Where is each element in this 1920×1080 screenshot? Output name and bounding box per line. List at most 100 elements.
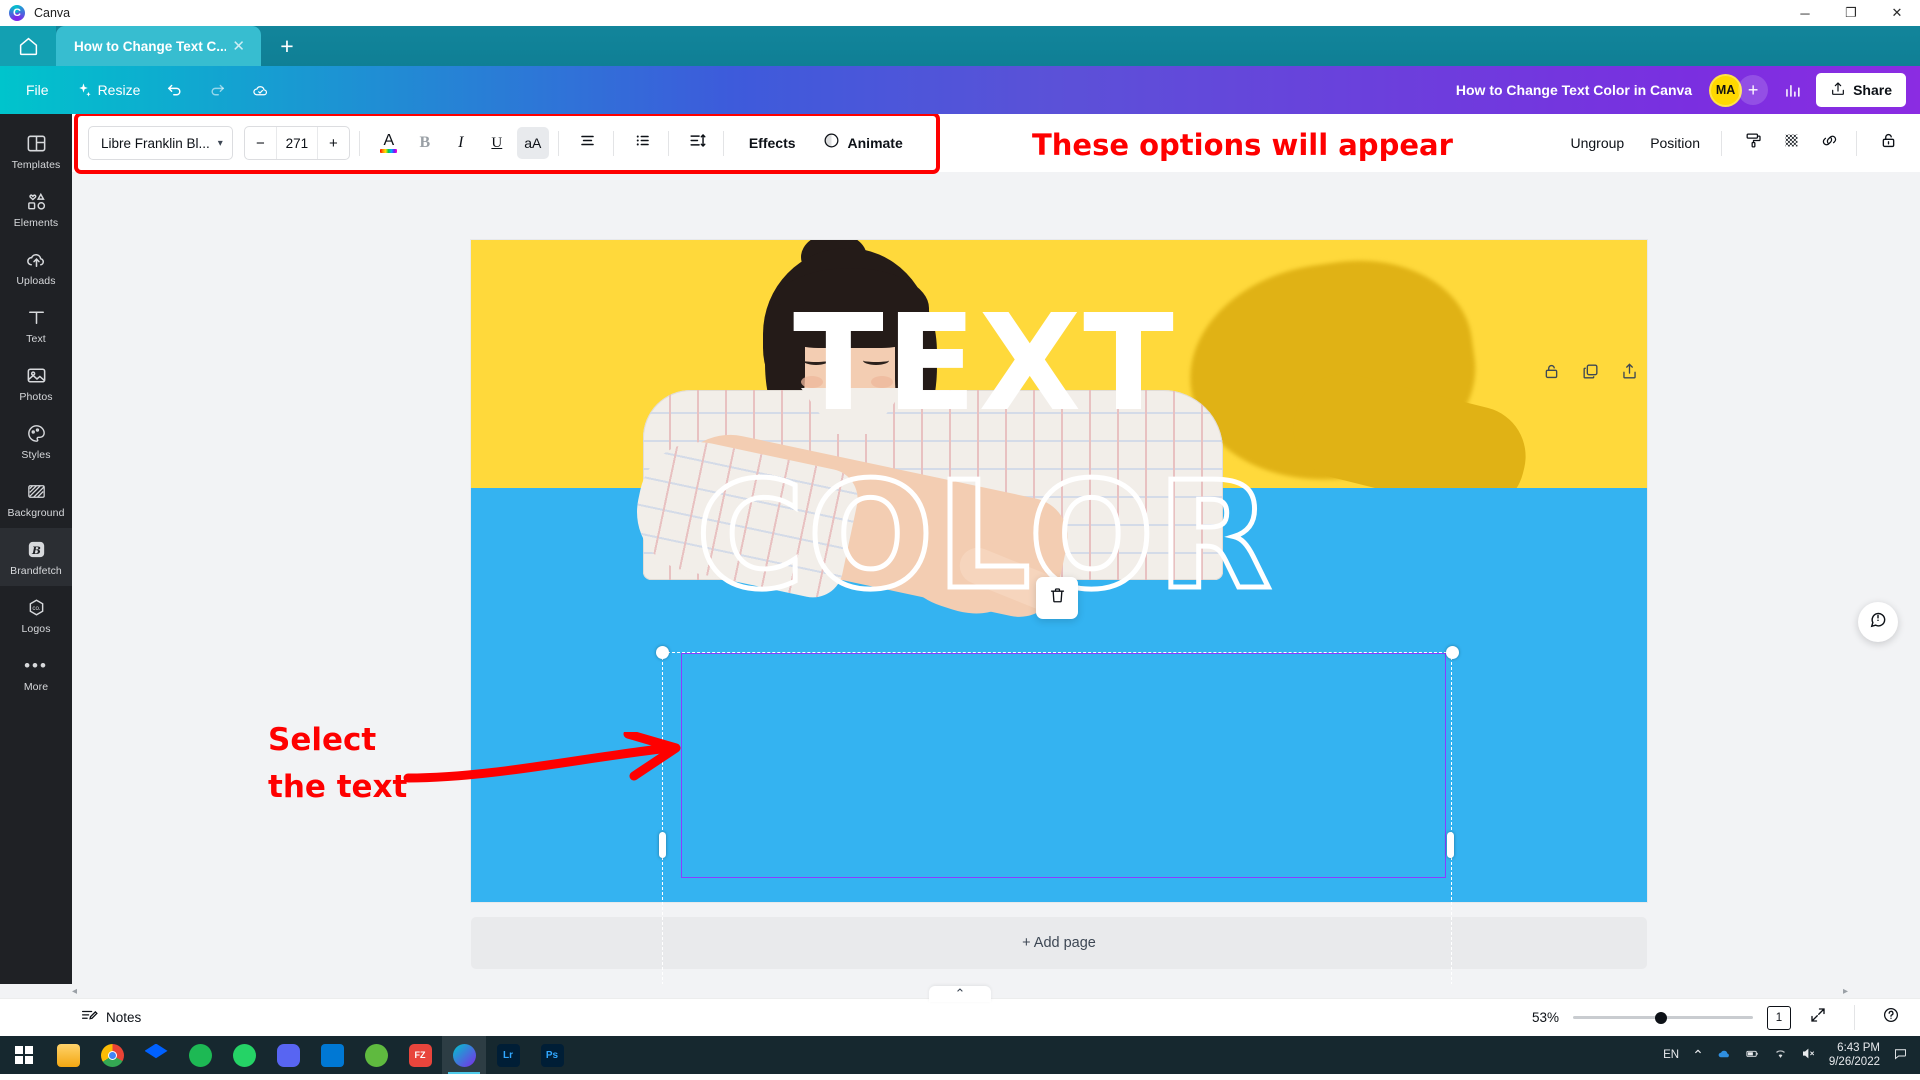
- page-tools: [1542, 362, 1639, 386]
- copy-style-button[interactable]: [1737, 127, 1769, 159]
- text-toolbar: Libre Franklin Bl... ▾ − 271 + A B I U a…: [72, 114, 1920, 174]
- chevron-up-icon[interactable]: ⌃: [1692, 1047, 1704, 1064]
- resize-handle-top-left[interactable]: [656, 646, 669, 659]
- cloud-saved-icon: [252, 82, 269, 99]
- transparency-button[interactable]: [1775, 127, 1807, 159]
- effects-button[interactable]: Effects: [737, 127, 808, 159]
- text-color-button[interactable]: A: [373, 127, 405, 159]
- taskbar-app-mail[interactable]: [310, 1036, 354, 1074]
- font-size-input[interactable]: 271: [275, 127, 318, 159]
- help-button[interactable]: [1878, 1005, 1904, 1031]
- sidebar-item-photos[interactable]: Photos: [0, 354, 72, 412]
- new-tab-button[interactable]: +: [261, 26, 313, 66]
- font-size-increase-button[interactable]: +: [318, 127, 349, 159]
- underline-button[interactable]: U: [481, 127, 513, 159]
- onedrive-icon[interactable]: [1717, 1046, 1732, 1064]
- scroll-left-arrow[interactable]: ◂: [72, 986, 77, 997]
- font-size-decrease-button[interactable]: −: [245, 127, 276, 159]
- sidebar-item-elements[interactable]: Elements: [0, 180, 72, 238]
- collapse-panel-button[interactable]: ⌃: [929, 986, 991, 1002]
- volume-icon[interactable]: [1801, 1046, 1816, 1064]
- cloud-saved-button[interactable]: [240, 75, 281, 106]
- taskbar-clock[interactable]: 6:43 PM 9/26/2022: [1829, 1041, 1880, 1069]
- resize-handle-right[interactable]: [1447, 832, 1454, 858]
- close-icon[interactable]: ✕: [226, 37, 251, 55]
- letter-case-button[interactable]: aA: [516, 127, 549, 159]
- home-icon[interactable]: [0, 26, 56, 66]
- animate-button[interactable]: Animate: [812, 127, 913, 159]
- selection-text-frame[interactable]: [681, 653, 1446, 878]
- zoom-slider[interactable]: [1573, 1011, 1753, 1024]
- windows-start-icon[interactable]: [2, 1036, 46, 1074]
- taskbar-app-dropbox[interactable]: [134, 1036, 178, 1074]
- sidebar-item-logos[interactable]: co. Logos: [0, 586, 72, 644]
- sidebar-label-logos: Logos: [21, 623, 51, 635]
- dropbox-icon: [144, 1043, 168, 1059]
- sidebar-item-more[interactable]: ••• More: [0, 644, 72, 702]
- text-align-button[interactable]: [572, 127, 604, 159]
- share-button[interactable]: Share: [1816, 73, 1906, 107]
- taskbar-app-spotify[interactable]: [178, 1036, 222, 1074]
- page-count-button[interactable]: 1: [1767, 1002, 1794, 1030]
- spotify-icon: [188, 1043, 212, 1067]
- bold-button[interactable]: B: [409, 127, 441, 159]
- file-menu-button[interactable]: File: [14, 75, 61, 105]
- notes-button[interactable]: Notes: [80, 1007, 141, 1028]
- close-button[interactable]: ✕: [1874, 0, 1920, 26]
- more-share-icon[interactable]: [1620, 362, 1639, 386]
- resize-handle-left[interactable]: [659, 832, 666, 858]
- scroll-right-arrow[interactable]: ▸: [1843, 986, 1848, 997]
- taskbar-app-lightroom[interactable]: Lr: [486, 1036, 530, 1074]
- resize-handle-top-right[interactable]: [1446, 646, 1459, 659]
- sidebar-item-templates[interactable]: Templates: [0, 122, 72, 180]
- comment-button[interactable]: [1858, 602, 1898, 642]
- taskbar-app-google-chrome[interactable]: [90, 1036, 134, 1074]
- bullet-list-button[interactable]: [627, 127, 659, 159]
- delete-button[interactable]: [1036, 577, 1078, 619]
- wifi-icon[interactable]: [1773, 1046, 1788, 1064]
- language-indicator[interactable]: EN: [1663, 1049, 1679, 1061]
- minimize-button[interactable]: ─: [1782, 0, 1828, 26]
- sidebar-item-brandfetch[interactable]: B Brandfetch: [0, 528, 72, 586]
- sidebar-item-uploads[interactable]: Uploads: [0, 238, 72, 296]
- ungroup-button[interactable]: Ungroup: [1560, 127, 1634, 159]
- add-member-button[interactable]: +: [1738, 75, 1769, 105]
- battery-icon[interactable]: [1745, 1046, 1760, 1064]
- duplicate-icon[interactable]: [1581, 362, 1600, 386]
- logos-icon: co.: [25, 596, 48, 619]
- sidebar-item-text[interactable]: Text: [0, 296, 72, 354]
- zoom-level-label: 53%: [1531, 1010, 1559, 1025]
- lock-icon: [1879, 131, 1898, 155]
- taskbar-app-free-download-manager[interactable]: FZ: [398, 1036, 442, 1074]
- text-word-top[interactable]: TEXT: [793, 298, 1176, 431]
- document-tab[interactable]: How to Change Text C... ✕: [56, 26, 261, 66]
- resize-button[interactable]: Resize: [63, 75, 153, 106]
- taskbar-app-canva[interactable]: [442, 1036, 486, 1074]
- zoom-slider-knob[interactable]: [1655, 1011, 1667, 1024]
- taskbar-app-xbox[interactable]: [354, 1036, 398, 1074]
- windows-taskbar: FZ Lr Ps EN ⌃ 6:43 PM 9/26/2022: [0, 1036, 1920, 1074]
- text-word-bottom[interactable]: COLOR: [693, 460, 1274, 613]
- font-family-select[interactable]: Libre Franklin Bl... ▾: [88, 126, 233, 160]
- action-center-icon[interactable]: [1893, 1046, 1908, 1064]
- fullscreen-button[interactable]: [1805, 1005, 1831, 1031]
- taskbar-app-file-explorer[interactable]: [46, 1036, 90, 1074]
- taskbar-app-whatsapp[interactable]: [222, 1036, 266, 1074]
- insights-icon[interactable]: [1775, 73, 1809, 107]
- lock-button[interactable]: [1872, 127, 1904, 159]
- italic-button[interactable]: I: [445, 127, 477, 159]
- line-spacing-button[interactable]: [682, 127, 714, 159]
- undo-button[interactable]: [154, 75, 195, 106]
- position-button[interactable]: Position: [1640, 127, 1710, 159]
- maximize-button[interactable]: ❐: [1828, 0, 1874, 26]
- redo-button[interactable]: [197, 75, 238, 106]
- taskbar-app-photoshop[interactable]: Ps: [530, 1036, 574, 1074]
- lock-icon[interactable]: [1542, 362, 1561, 386]
- window-title-bar: C Canva ─ ❐ ✕: [0, 0, 1920, 26]
- bottom-divider: [1854, 1005, 1855, 1030]
- sidebar-item-background[interactable]: Background: [0, 470, 72, 528]
- taskbar-app-discord[interactable]: [266, 1036, 310, 1074]
- start-grid: [14, 1045, 34, 1065]
- link-button[interactable]: [1813, 127, 1845, 159]
- sidebar-item-styles[interactable]: Styles: [0, 412, 72, 470]
